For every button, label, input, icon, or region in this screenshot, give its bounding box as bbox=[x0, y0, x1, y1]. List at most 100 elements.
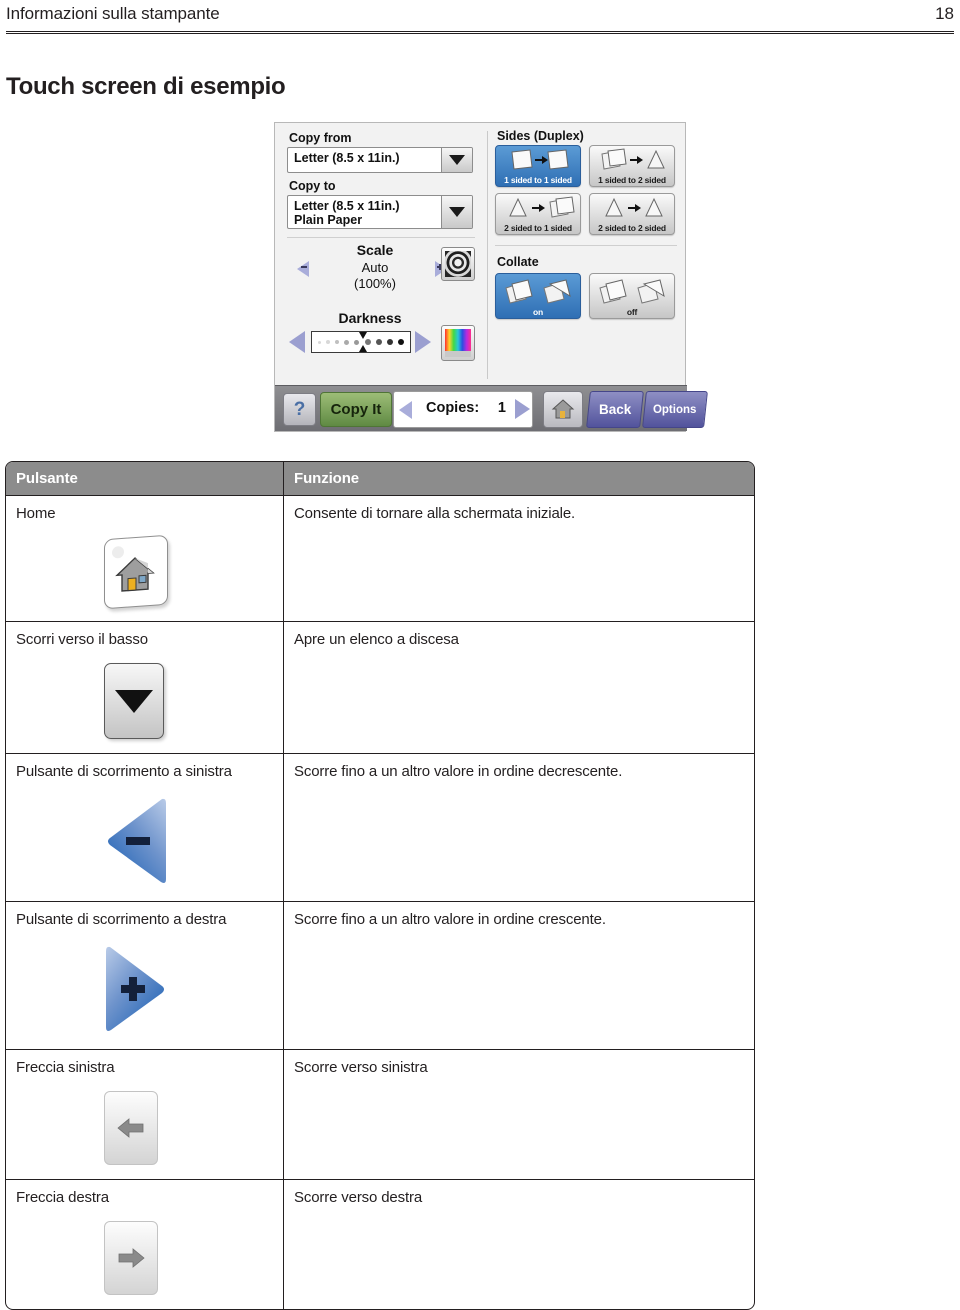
table-cell-function: Scorre fino a un altro valore in ordine … bbox=[283, 753, 754, 902]
darkness-decrease-button[interactable] bbox=[289, 331, 305, 353]
touch-screen-figure: Copy from Letter (8.5 x 11in.) Copy to L… bbox=[274, 122, 708, 432]
copies-decrease-button[interactable] bbox=[399, 401, 412, 419]
tile-caption: 1 sided to 2 sided bbox=[598, 175, 666, 185]
two-to-one-sided-icon bbox=[496, 196, 580, 222]
table-cell-button: Scorri verso il basso bbox=[6, 621, 284, 754]
home-icon bbox=[551, 399, 575, 419]
scale-value: Auto bbox=[361, 260, 389, 275]
table-row: Home Consente di tornare alla schermata … bbox=[6, 495, 754, 622]
copy-it-button[interactable]: Copy It bbox=[320, 392, 392, 427]
table-row: Pulsante di scorrimento a destra Scorre … bbox=[6, 901, 754, 1050]
back-button[interactable]: Back bbox=[586, 391, 644, 428]
tile-caption: off bbox=[626, 307, 638, 317]
copy-from-value: Letter (8.5 x 11in.) bbox=[294, 151, 400, 165]
table-cell-function: Scorre fino a un altro valore in ordine … bbox=[283, 901, 754, 1050]
copy-from-label: Copy from bbox=[289, 131, 352, 145]
panel-body: Copy from Letter (8.5 x 11in.) Copy to L… bbox=[275, 123, 687, 385]
help-button[interactable]: ? bbox=[283, 393, 316, 426]
tile-caption: 1 sided to 1 sided bbox=[504, 175, 572, 185]
table-row: Scorri verso il basso Apre un elenco a d… bbox=[6, 621, 754, 754]
scroll-right-plus-icon[interactable] bbox=[104, 943, 168, 1035]
table-cell-function: Scorre verso destra bbox=[283, 1179, 754, 1309]
row-button-label: Pulsante di scorrimento a sinistra bbox=[16, 763, 232, 780]
copies-label: Copies: bbox=[426, 400, 480, 416]
scroll-left-minus-icon[interactable] bbox=[104, 795, 168, 887]
table-row: Pulsante di scorrimento a sinistra Scorr… bbox=[6, 753, 754, 902]
table-cell-button: Freccia destra bbox=[6, 1179, 284, 1309]
sides-option-2-sided-to-2-sided[interactable]: 2 sided to 2 sided bbox=[589, 193, 675, 235]
tile-caption: 2 sided to 1 sided bbox=[504, 223, 572, 233]
color-swatch-icon bbox=[445, 329, 471, 357]
scale-thumbnail-icon bbox=[445, 251, 471, 277]
button-function-table: Pulsante Funzione Home Consente di torna… bbox=[5, 461, 755, 1310]
one-to-two-sided-icon bbox=[590, 148, 674, 174]
page-header: Informazioni sulla stampante 18 bbox=[6, 4, 954, 38]
collate-option-on[interactable]: on bbox=[495, 273, 581, 319]
panel-toolbar: ? Copy It Copies: 1 Back Options bbox=[275, 385, 708, 431]
copy-to-label: Copy to bbox=[289, 179, 336, 193]
panel-right-column: Sides (Duplex) 1 sided to 1 sided 1 side… bbox=[487, 123, 687, 385]
darkness-label: Darkness bbox=[338, 310, 402, 326]
chevron-down-icon[interactable] bbox=[441, 196, 472, 228]
sides-option-1-sided-to-1-sided[interactable]: 1 sided to 1 sided bbox=[495, 145, 581, 187]
two-to-two-sided-icon bbox=[590, 196, 674, 222]
row-button-label: Freccia destra bbox=[16, 1189, 109, 1206]
copy-to-value: Letter (8.5 x 11in.) Plain Paper bbox=[294, 199, 400, 227]
copies-stepper[interactable]: Copies: 1 bbox=[393, 391, 533, 428]
darkness-color-button[interactable] bbox=[441, 325, 475, 361]
one-to-one-sided-icon bbox=[496, 148, 580, 174]
table-cell-button: Pulsante di scorrimento a sinistra bbox=[6, 753, 284, 902]
tile-caption: on bbox=[533, 307, 543, 317]
row-button-label: Scorri verso il basso bbox=[16, 631, 148, 648]
minus-icon bbox=[301, 266, 307, 268]
collate-title: Collate bbox=[497, 255, 539, 269]
column-header-button: Pulsante bbox=[6, 462, 284, 496]
darkness-marker-bottom-icon bbox=[359, 345, 367, 352]
column-header-function: Funzione bbox=[283, 462, 754, 496]
copies-increase-button[interactable] bbox=[515, 399, 530, 419]
table-header-row: Pulsante Funzione bbox=[6, 462, 754, 496]
scale-label: Scale bbox=[356, 242, 394, 258]
copy-to-dropdown[interactable]: Letter (8.5 x 11in.) Plain Paper bbox=[287, 195, 473, 229]
scale-preview-button[interactable] bbox=[441, 247, 475, 281]
collate-off-icon bbox=[590, 276, 674, 306]
section-heading: Touch screen di esempio bbox=[6, 73, 286, 100]
darkness-slider[interactable] bbox=[311, 331, 411, 353]
sides-title: Sides (Duplex) bbox=[497, 129, 584, 143]
home-button[interactable] bbox=[543, 391, 583, 428]
scale-percent: (100%) bbox=[354, 276, 396, 291]
darkness-increase-button[interactable] bbox=[415, 331, 431, 353]
panel-separator bbox=[495, 245, 677, 246]
panel-separator bbox=[287, 237, 475, 238]
sides-option-2-sided-to-1-sided[interactable]: 2 sided to 1 sided bbox=[495, 193, 581, 235]
chevron-down-icon[interactable] bbox=[441, 148, 472, 172]
tile-caption: 2 sided to 2 sided bbox=[598, 223, 666, 233]
right-arrow-icon[interactable] bbox=[104, 1221, 158, 1295]
sides-option-1-sided-to-2-sided[interactable]: 1 sided to 2 sided bbox=[589, 145, 675, 187]
collate-on-icon bbox=[496, 276, 580, 306]
panel-left-column: Copy from Letter (8.5 x 11in.) Copy to L… bbox=[275, 123, 487, 385]
page-number: 18 bbox=[935, 4, 954, 23]
home-button-icon[interactable] bbox=[104, 534, 168, 610]
table-cell-button: Pulsante di scorrimento a destra bbox=[6, 901, 284, 1050]
left-arrow-icon[interactable] bbox=[104, 1091, 158, 1165]
copies-value: 1 bbox=[497, 400, 506, 416]
table-cell-function: Apre un elenco a discesa bbox=[283, 621, 754, 754]
table-cell-button: Freccia sinistra bbox=[6, 1049, 284, 1180]
header-title: Informazioni sulla stampante bbox=[6, 4, 220, 23]
row-button-label: Freccia sinistra bbox=[16, 1059, 115, 1076]
table-cell-function: Consente di tornare alla schermata inizi… bbox=[283, 495, 754, 622]
scroll-down-button-icon[interactable] bbox=[104, 663, 164, 739]
table-cell-button: Home bbox=[6, 495, 284, 622]
options-button[interactable]: Options bbox=[642, 391, 708, 428]
table-cell-function: Scorre verso sinistra bbox=[283, 1049, 754, 1180]
copy-from-dropdown[interactable]: Letter (8.5 x 11in.) bbox=[287, 147, 473, 173]
header-rule bbox=[6, 31, 954, 34]
scale-decrease-button[interactable] bbox=[297, 261, 309, 277]
row-button-label: Pulsante di scorrimento a destra bbox=[16, 911, 227, 928]
darkness-marker-top-icon bbox=[359, 332, 367, 339]
table-row: Freccia destra Scorre verso destra bbox=[6, 1179, 754, 1309]
collate-option-off[interactable]: off bbox=[589, 273, 675, 319]
table-row: Freccia sinistra Scorre verso sinistra bbox=[6, 1049, 754, 1180]
row-button-label: Home bbox=[16, 505, 56, 522]
